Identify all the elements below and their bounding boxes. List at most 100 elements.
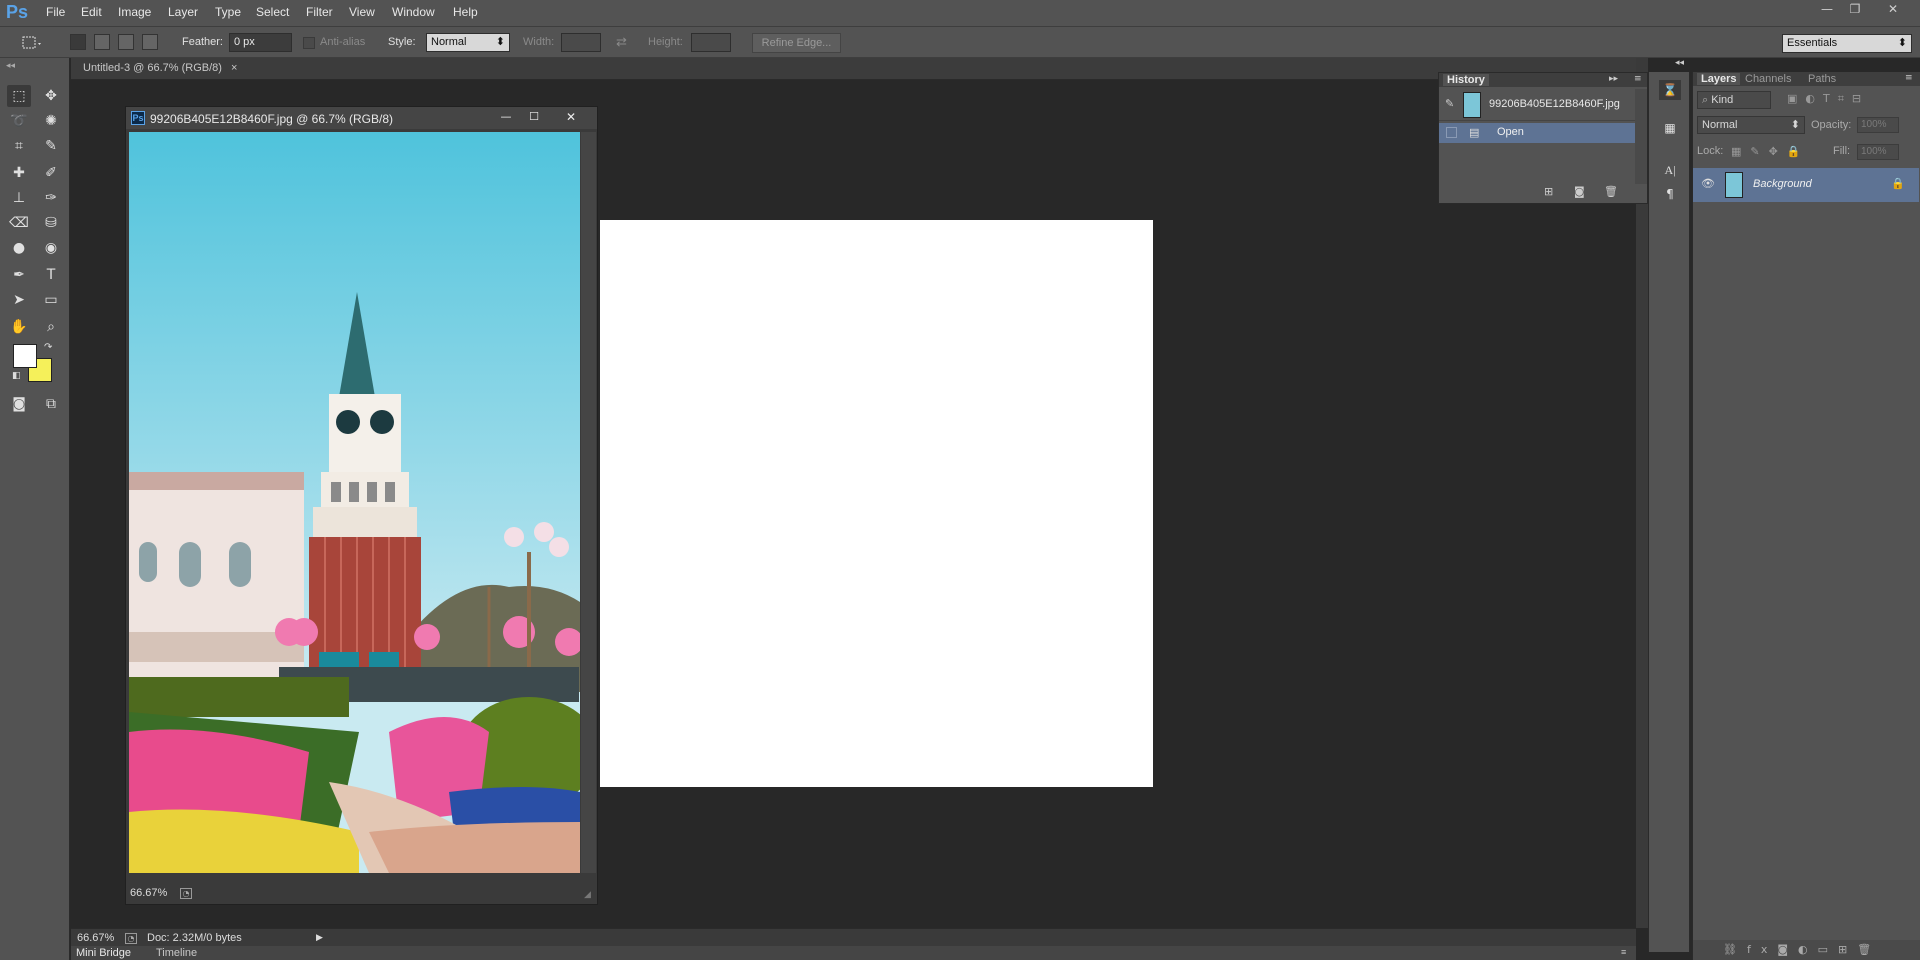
document-tab[interactable]: Untitled-3 @ 66.7% (RGB/8) × (83, 62, 237, 74)
intersect-selection-icon[interactable] (142, 34, 158, 50)
character-panel-icon[interactable]: A| (1659, 160, 1681, 180)
layer-name[interactable]: Background (1753, 178, 1812, 190)
float-minimize-button[interactable]: — (495, 110, 517, 126)
menu-edit[interactable]: Edit (81, 5, 102, 19)
history-brush-tool-icon[interactable]: ✑ (39, 187, 63, 209)
menu-select[interactable]: Select (256, 5, 289, 19)
menu-view[interactable]: View (349, 5, 375, 19)
menu-image[interactable]: Image (118, 5, 151, 19)
type-tool-icon[interactable]: T (39, 264, 63, 286)
tab-paths[interactable]: Paths (1808, 73, 1836, 85)
menu-filter[interactable]: Filter (306, 5, 333, 19)
tab-mini-bridge[interactable]: Mini Bridge (76, 947, 131, 959)
crop-tool-icon[interactable]: ⌗ (7, 135, 31, 157)
app-minimize-button[interactable]: — (1816, 2, 1838, 20)
filter-kind-select[interactable]: ⌕ Kind (1697, 91, 1771, 109)
tab-channels[interactable]: Channels (1745, 73, 1791, 85)
path-selection-tool-icon[interactable]: ➤ (7, 289, 31, 311)
tab-layers[interactable]: Layers (1697, 73, 1741, 85)
eye-visibility-icon[interactable]: 👁 (1701, 177, 1715, 190)
paragraph-panel-icon[interactable]: ¶ (1659, 184, 1681, 204)
zoom-tool-icon[interactable]: ⌕ (39, 316, 63, 338)
resize-grip-icon[interactable]: ◢ (584, 890, 591, 900)
pen-tool-icon[interactable]: ✒ (7, 264, 31, 286)
float-zoom-readout[interactable]: 66.67% (130, 887, 167, 899)
tab-history[interactable]: History (1443, 74, 1489, 86)
height-input[interactable] (691, 33, 731, 52)
document-tab-close-icon[interactable]: × (231, 62, 237, 74)
magic-wand-tool-icon[interactable]: ✺ (39, 110, 63, 132)
eyedropper-tool-icon[interactable]: ✎ (39, 135, 63, 157)
new-snapshot-icon[interactable]: ◙ (1574, 185, 1585, 198)
float-status-menu-icon[interactable]: ◔ (180, 888, 192, 899)
foreground-color-swatch[interactable] (13, 344, 37, 368)
clone-stamp-tool-icon[interactable]: ⊥ (7, 187, 31, 209)
dock-collapse-icon[interactable]: ◂◂ (1675, 58, 1684, 68)
menu-layer[interactable]: Layer (168, 5, 198, 19)
quick-mask-icon[interactable]: ◙ (7, 393, 31, 415)
panel-menu-icon[interactable]: ≡ (1621, 947, 1626, 957)
new-document-from-state-icon[interactable]: ⊞ (1544, 185, 1553, 198)
rectangle-tool-icon[interactable]: ▭ (39, 289, 63, 311)
status-menu-icon[interactable]: ◔ (125, 933, 137, 944)
blur-tool-icon[interactable]: ● (7, 237, 31, 259)
collapse-tools-icon[interactable]: ◂◂ (6, 61, 15, 71)
history-panel-icon[interactable]: ⌛ (1659, 80, 1681, 100)
status-expand-arrow-icon[interactable]: ▶ (316, 933, 323, 943)
app-restore-button[interactable]: ❐ (1844, 2, 1866, 20)
antialias-checkbox[interactable] (303, 37, 315, 49)
history-scrollbar[interactable] (1635, 89, 1647, 184)
fill-input[interactable]: 100% (1857, 144, 1899, 160)
layer-footer-icons[interactable]: ⛓fx◙◐▭⊞🗑 (1723, 943, 1881, 956)
width-input[interactable] (561, 33, 601, 52)
screen-mode-icon[interactable]: ⧉ (39, 393, 63, 415)
properties-panel-icon[interactable]: ▦ (1659, 118, 1681, 138)
menu-window[interactable]: Window (392, 5, 435, 19)
swap-icon[interactable]: ⇄ (616, 34, 627, 50)
add-selection-icon[interactable] (94, 34, 110, 50)
marquee-preset-picker[interactable] (22, 35, 42, 51)
hand-tool-icon[interactable]: ✋ (7, 316, 31, 338)
float-close-button[interactable]: ✕ (559, 110, 583, 126)
blend-mode-select[interactable]: Normal ⬍ (1697, 116, 1805, 134)
history-menu-icon[interactable]: ≡ (1634, 74, 1642, 84)
workspace-select[interactable]: Essentials ⬍ (1782, 34, 1912, 53)
panel-collapse-icon[interactable]: ▸▸ (1609, 74, 1618, 84)
menu-help[interactable]: Help (453, 5, 478, 19)
subtract-selection-icon[interactable] (118, 34, 134, 50)
layer-filter-icons[interactable]: ▣◐T⌗⊟ (1787, 92, 1869, 106)
feather-input[interactable]: 0 px (229, 33, 292, 52)
menu-file[interactable]: File (46, 5, 65, 19)
swap-colors-icon[interactable]: ↷ (44, 342, 52, 353)
paint-bucket-tool-icon[interactable]: ⛁ (39, 212, 63, 234)
zoom-readout[interactable]: 66.67% (77, 932, 114, 944)
history-state-row[interactable]: ▤ Open (1439, 123, 1635, 143)
lock-icons[interactable]: ▦✎✥🔒 (1731, 145, 1810, 158)
refine-edge-button[interactable]: Refine Edge... (752, 33, 841, 53)
photo-canvas[interactable] (129, 132, 580, 873)
floating-window-titlebar[interactable]: Ps 99206B405E12B8460F.jpg @ 66.7% (RGB/8… (126, 107, 597, 129)
lasso-tool-icon[interactable]: ➰ (7, 110, 31, 132)
menu-type[interactable]: Type (215, 5, 241, 19)
layer-row-background[interactable]: 👁 Background 🔒 (1693, 168, 1919, 202)
new-selection-icon[interactable] (70, 34, 86, 50)
default-colors-icon[interactable]: ◧ (12, 371, 21, 381)
history-state-checkbox[interactable] (1446, 127, 1457, 138)
opacity-input[interactable]: 100% (1857, 117, 1899, 133)
history-brush-source-icon[interactable]: ✎ (1445, 97, 1454, 110)
rectangular-marquee-tool-icon[interactable]: ⬚ (7, 85, 31, 107)
eraser-tool-icon[interactable]: ⌫ (7, 212, 31, 234)
app-close-button[interactable]: ✕ (1882, 2, 1904, 20)
dodge-tool-icon[interactable]: ◉ (39, 237, 63, 259)
blank-canvas[interactable] (600, 220, 1153, 787)
healing-brush-tool-icon[interactable]: ✚ (7, 162, 31, 184)
brush-tool-icon[interactable]: ✐ (39, 162, 63, 184)
float-maximize-button[interactable]: ☐ (523, 110, 545, 126)
style-select[interactable]: Normal ⬍ (426, 33, 510, 52)
delete-state-icon[interactable]: 🗑 (1604, 185, 1618, 198)
floating-window-scrollbar[interactable] (581, 132, 596, 873)
tab-timeline[interactable]: Timeline (156, 947, 197, 959)
history-snapshot-row[interactable]: ✎ 99206B405E12B8460F.jpg (1439, 89, 1635, 121)
layers-menu-icon[interactable]: ≡ (1905, 73, 1913, 83)
move-tool-icon[interactable]: ✥ (39, 85, 63, 107)
